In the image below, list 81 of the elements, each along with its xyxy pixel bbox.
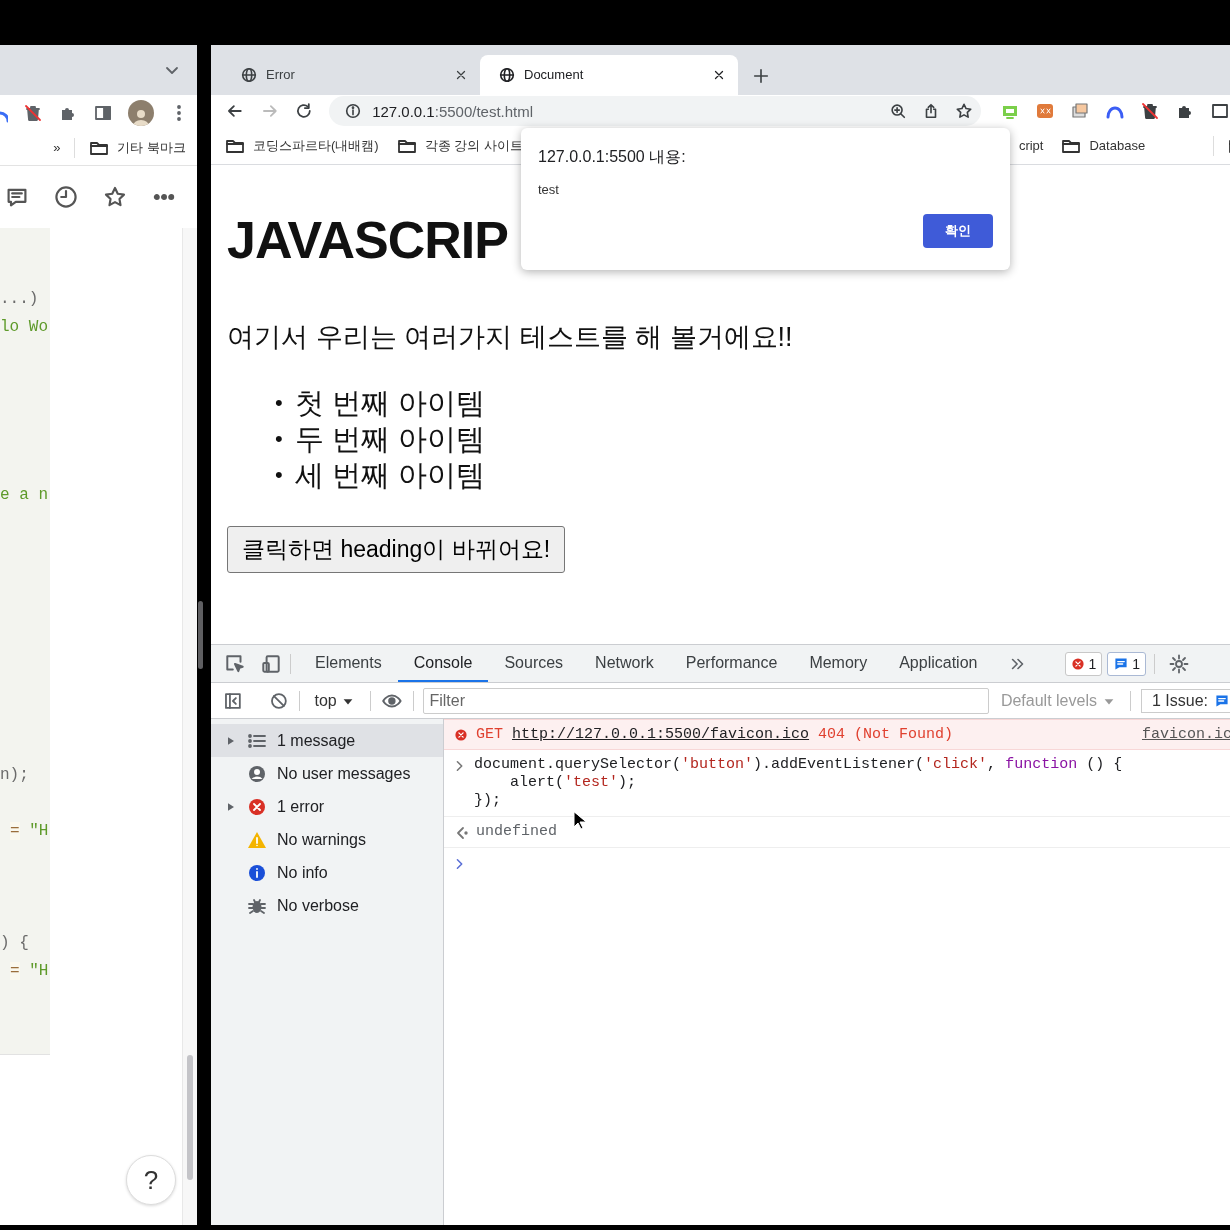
list-item: 첫 번째 아이템 <box>294 385 485 421</box>
devtools-tab[interactable]: Performance <box>669 645 794 683</box>
console-result: undefined <box>476 823 557 842</box>
user-icon <box>247 764 267 784</box>
message-count-badge[interactable]: 1 <box>1107 652 1147 676</box>
warning-icon <box>247 830 267 850</box>
trash-icon[interactable] <box>1140 101 1160 122</box>
error-icon <box>454 728 468 742</box>
filter-item[interactable]: No user messages <box>211 757 443 791</box>
dialog-message: test <box>538 182 560 197</box>
code-line: lo Wo <box>0 317 49 338</box>
bullet: • <box>275 424 283 453</box>
list-item: 두 번째 아이템 <box>294 421 485 457</box>
error-icon <box>247 797 267 817</box>
filter-item[interactable]: No info <box>211 856 443 890</box>
bookmark-folder[interactable]: 코딩스파르타(내배캠) <box>253 136 379 155</box>
browser-tab[interactable]: Document <box>480 54 738 95</box>
bullet: • <box>275 460 283 489</box>
sidebar-toggle-icon[interactable] <box>223 691 243 711</box>
bookmark-folder[interactable]: 각종 강의 사이트 <box>424 136 523 155</box>
devtools-tab[interactable]: Network <box>579 645 670 683</box>
devtools-tab[interactable]: Sources <box>488 645 580 683</box>
scrollbar-thumb[interactable] <box>187 1055 193 1180</box>
ok-button[interactable]: 확인 <box>923 214 993 248</box>
code-line: e a n <box>0 485 49 506</box>
error-count-badge[interactable]: 1 <box>1065 652 1103 676</box>
filter-field[interactable]: Filter <box>423 688 989 714</box>
page-heading: JAVASCRIP <box>227 209 508 271</box>
code-line: n); <box>0 765 30 786</box>
star-icon[interactable] <box>103 185 127 209</box>
cursor-icon <box>572 811 586 832</box>
trash-icon[interactable] <box>23 102 43 123</box>
list-item: 세 번째 아이템 <box>294 457 485 493</box>
help-button[interactable]: ? <box>126 1155 176 1205</box>
code-line: ) { <box>0 933 30 954</box>
url-link[interactable]: http://127.0.0.1:5500/favicon.ico <box>512 726 810 743</box>
settings-icon[interactable] <box>1169 654 1190 674</box>
address-bar[interactable]: 127.0.0.1:5500/test.html <box>329 96 981 127</box>
devtools-tab[interactable]: Application <box>883 645 994 683</box>
message-icon <box>1113 656 1130 672</box>
devtools-tab[interactable]: Console <box>397 645 489 683</box>
console-code: document.querySelector('button').addEventListener('click', function () { alert('test'); }); <box>474 756 1123 811</box>
bullet: • <box>275 388 283 417</box>
clock-icon[interactable] <box>54 185 78 209</box>
clear-console-icon[interactable] <box>268 691 289 711</box>
devtools-tab[interactable]: Memory <box>793 645 884 683</box>
change-heading-button[interactable]: 클릭하면 heading이 바뀌어요! <box>227 525 566 573</box>
output-arrow-icon <box>454 825 468 842</box>
star-icon[interactable] <box>955 102 973 121</box>
inspect-icon[interactable] <box>224 653 246 675</box>
filter-item[interactable]: 1 error <box>211 790 443 824</box>
filter-item[interactable]: 1 message <box>211 724 443 758</box>
globe-icon <box>498 65 516 84</box>
bookmarks-overflow[interactable]: » <box>53 140 61 155</box>
code-line: = "H <box>9 961 50 982</box>
context-dropdown[interactable]: top <box>309 692 360 710</box>
zoom-icon[interactable] <box>889 102 907 121</box>
code-line: = "H <box>9 821 50 842</box>
globe-icon <box>240 65 258 84</box>
avatar[interactable] <box>128 99 154 126</box>
list-icon <box>247 731 267 751</box>
info-icon[interactable] <box>344 102 363 121</box>
bookmark-folder[interactable]: 기타 북마크 <box>117 138 186 157</box>
code-line: ...) <box>0 289 40 310</box>
error-message: GET http://127.0.0.1:5500/favicon.ico 404 (Not Found) <box>476 726 955 744</box>
info-icon <box>247 863 267 883</box>
resize-handle[interactable] <box>198 601 203 669</box>
device-icon[interactable] <box>260 653 282 675</box>
source-link[interactable]: favicon.ic <box>1142 726 1230 744</box>
bug-icon <box>247 896 267 916</box>
browser-tab[interactable]: Error <box>222 54 480 95</box>
filter-item[interactable]: No warnings <box>211 823 443 857</box>
issues-button[interactable]: 1 Issue: <box>1140 689 1230 713</box>
new-tab-icon[interactable] <box>752 66 770 85</box>
bookmark[interactable]: cript <box>1018 138 1044 154</box>
devtools-tab[interactable]: Elements <box>299 645 398 683</box>
dialog-title: 127.0.0.1:5500 내용: <box>538 147 687 167</box>
error-icon <box>1071 657 1086 671</box>
bookmark-folder[interactable]: Database <box>1089 138 1146 154</box>
filter-item[interactable]: No verbose <box>211 889 443 923</box>
paragraph: 여기서 우리는 여러가지 테스트를 해 볼거에요!! <box>227 320 793 354</box>
